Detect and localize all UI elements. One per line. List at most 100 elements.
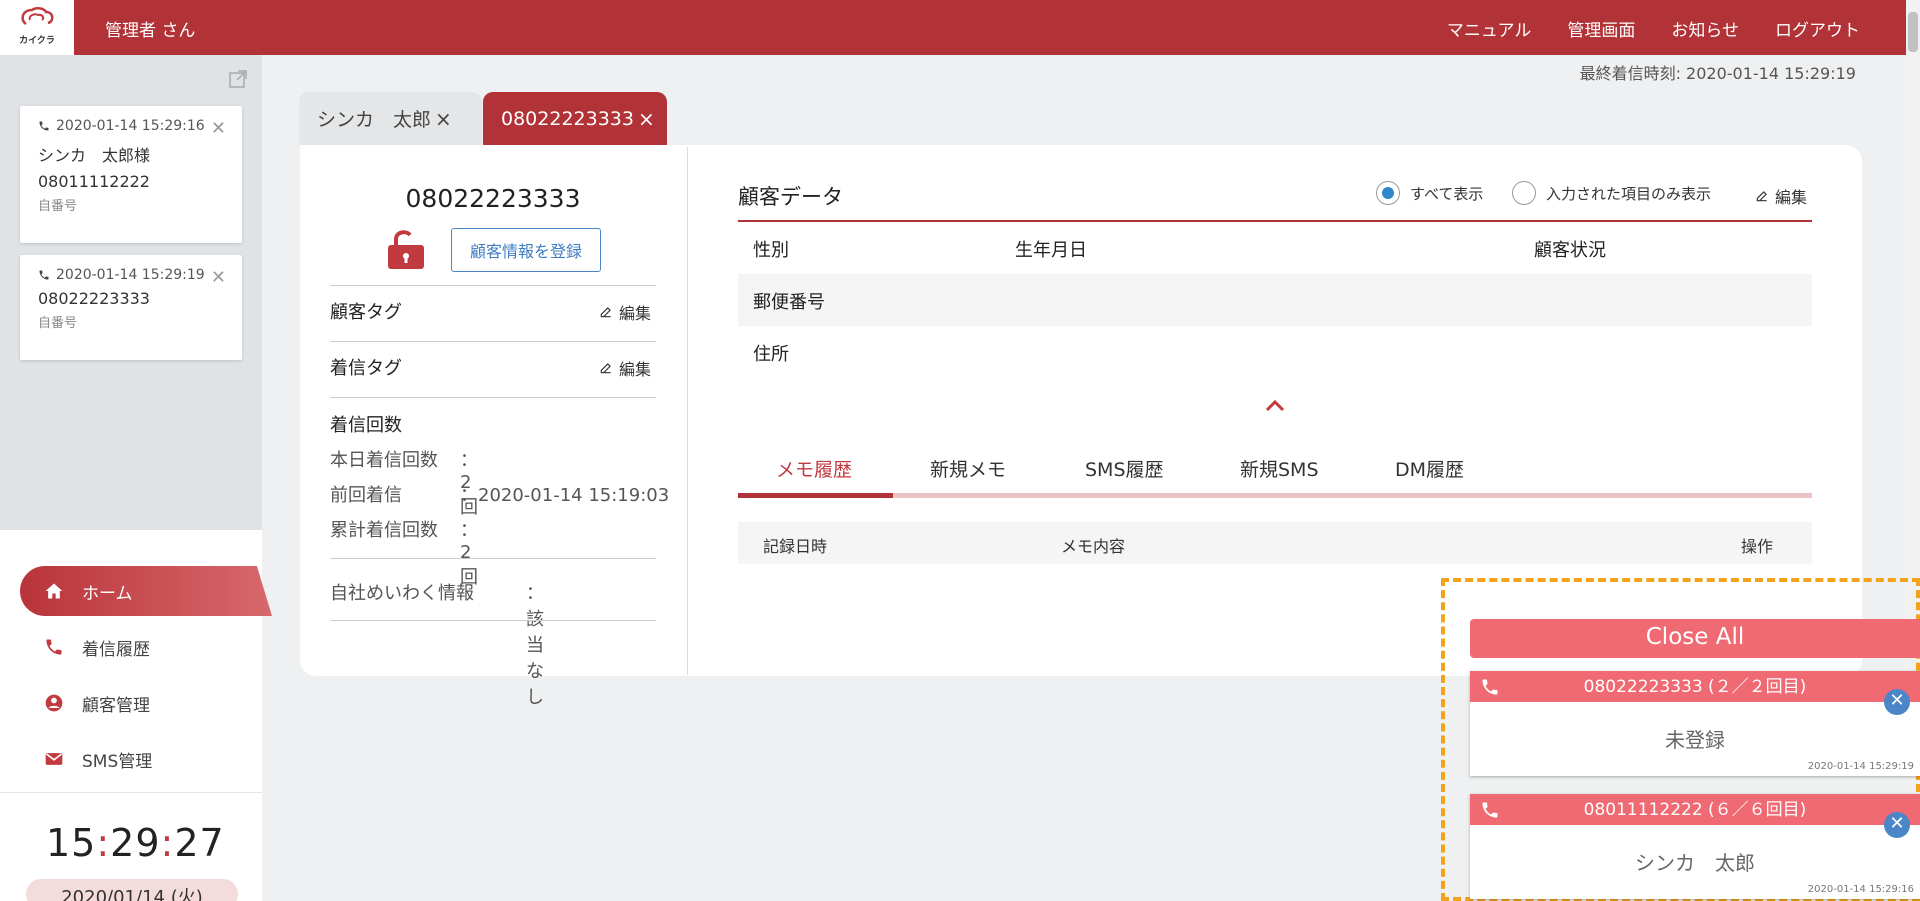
sidebar-item-call-history[interactable]: 着信履歴 — [20, 622, 272, 672]
edit-label: 編集 — [619, 360, 652, 379]
chevron-up-icon[interactable] — [1265, 397, 1285, 416]
clock-minutes: 29 — [110, 821, 161, 865]
customer-data-title: 顧客データ — [738, 185, 843, 209]
tab-label: シンカ 太郎 — [317, 109, 432, 131]
call-card-number: 08011112222 — [38, 172, 150, 191]
divider — [330, 397, 656, 398]
close-icon[interactable]: ✕ — [1884, 812, 1910, 838]
stat-row: 前回着信 ：2020-01-14 15:19:03 — [330, 481, 669, 507]
sidebar-item-home[interactable]: ホーム — [20, 566, 272, 616]
tab-shinka-taro[interactable]: シンカ 太郎 × — [299, 92, 482, 145]
tab-new-sms[interactable]: 新規SMS — [1240, 455, 1319, 482]
sidebar-item-label: 着信履歴 — [82, 639, 150, 660]
call-card-number: 08022223333 — [38, 289, 150, 308]
call-card[interactable]: 2020-01-14 15:29:19 ✕ 08022223333 自番号 — [20, 255, 242, 360]
sub-tab-underline — [738, 493, 1812, 498]
popout-icon[interactable] — [228, 69, 248, 93]
divider — [330, 620, 656, 621]
nuisance-row: 自社めいわく情報 ：該当なし — [330, 579, 544, 708]
tab-label: 08022223333 — [501, 107, 634, 130]
nav-manual-link[interactable]: マニュアル — [1447, 16, 1532, 41]
user-name: 管理者 さん — [105, 21, 196, 41]
tab-dm-history[interactable]: DM履歴 — [1395, 455, 1464, 482]
call-card-time: 2020-01-14 15:29:16 — [56, 118, 205, 134]
sidebar-item-customers[interactable]: 顧客管理 — [20, 678, 272, 728]
call-count-title: 着信回数 — [330, 415, 402, 436]
logo[interactable]: カイクラ — [0, 0, 74, 55]
scrollbar-thumb[interactable] — [1908, 12, 1918, 52]
edit-icon — [600, 363, 611, 374]
call-card-kind: 自番号 — [38, 199, 78, 214]
call-card-time: 2020-01-14 15:29:19 — [56, 267, 205, 283]
call-card-name: シンカ 太郎様 — [38, 146, 151, 165]
data-row: 性別 生年月日 顧客状況 — [738, 222, 1812, 274]
radio-label: 入力された項目のみ表示 — [1546, 184, 1712, 203]
nav-notice-link[interactable]: お知らせ — [1671, 16, 1739, 41]
close-icon[interactable]: × — [638, 107, 655, 131]
divider — [330, 285, 656, 286]
radio-button[interactable] — [1376, 181, 1400, 205]
tab-memo-history[interactable]: メモ履歴 — [776, 455, 852, 482]
close-icon[interactable]: × — [435, 107, 452, 131]
close-all-button[interactable]: Close All — [1470, 619, 1920, 658]
call-tag-label: 着信タグ — [330, 358, 402, 379]
unlock-icon[interactable] — [386, 228, 426, 274]
divider — [330, 341, 656, 342]
close-icon[interactable]: ✕ — [211, 267, 226, 288]
tab-new-memo[interactable]: 新規メモ — [930, 455, 1006, 482]
top-bar: カイクラ 管理者 さん マニュアル 管理画面 お知らせ ログアウト — [0, 0, 1920, 55]
stat-label: 累計着信回数 — [330, 520, 438, 541]
stat-label: 本日着信回数 — [330, 450, 438, 471]
notification-title: 08022223333 (２／２回目) — [1583, 677, 1807, 697]
sidebar-item-sms[interactable]: SMS管理 — [20, 734, 272, 784]
edit-label: 編集 — [1775, 188, 1808, 207]
logo-icon — [21, 7, 54, 26]
clock-panel: 15:29:27 2020/01/14 (火) — [0, 792, 262, 901]
nav-logout-link[interactable]: ログアウト — [1775, 16, 1860, 41]
notification-title: 08011112222 (６／６回目) — [1583, 800, 1807, 820]
call-card-kind: 自番号 — [38, 316, 78, 331]
phone-icon — [39, 270, 49, 280]
notification-name: 未登録 — [1665, 728, 1725, 752]
customer-phone: 08022223333 — [405, 184, 581, 213]
notification-card[interactable]: 08022223333 (２／２回目) ✕ 未登録 2020-01-14 15:… — [1470, 671, 1920, 776]
stat-row: 本日着信回数 ：2回 — [330, 446, 478, 518]
notification-card[interactable]: 08011112222 (６／６回目) ✕ シンカ 太郎 2020-01-14 … — [1470, 794, 1920, 899]
radio-button[interactable] — [1512, 181, 1536, 205]
field-gender: 性別 — [753, 240, 789, 261]
mail-icon — [45, 753, 63, 765]
notification-header: 08011112222 (６／６回目) ✕ — [1470, 794, 1920, 838]
tab-08022223333[interactable]: 08022223333 × — [483, 92, 667, 145]
customer-data-edit-button[interactable]: 編集 — [1755, 184, 1807, 208]
col-action: 操作 — [1741, 537, 1774, 556]
field-zip: 郵便番号 — [753, 292, 825, 313]
customer-tag-edit-button[interactable]: 編集 — [599, 300, 651, 324]
nuisance-value: ：該当なし — [526, 583, 544, 708]
tab-sms-history[interactable]: SMS履歴 — [1085, 455, 1164, 482]
home-icon — [45, 583, 63, 599]
clock-hours: 15 — [46, 821, 97, 865]
phone-icon — [46, 639, 62, 655]
data-row: 住所 — [738, 326, 1812, 378]
call-tag-edit-button[interactable]: 編集 — [599, 356, 651, 380]
notification-time: 2020-01-14 15:29:19 — [1807, 761, 1914, 772]
radio-show-filled[interactable]: 入力された項目のみ表示 — [1512, 181, 1711, 205]
phone-icon — [1482, 679, 1498, 695]
phone-icon — [1482, 802, 1498, 818]
field-birthday: 生年月日 — [1015, 240, 1087, 261]
radio-show-all[interactable]: すべて表示 — [1376, 181, 1483, 205]
date-pill: 2020/01/14 (火) — [26, 879, 238, 901]
close-icon[interactable]: ✕ — [211, 118, 226, 139]
radio-label: すべて表示 — [1410, 184, 1484, 203]
register-customer-button[interactable]: 顧客情報を登録 — [451, 228, 601, 272]
sidebar-item-label: ホーム — [82, 583, 133, 604]
sidebar-item-label: 顧客管理 — [82, 695, 150, 716]
stat-value: ：2020-01-14 15:19:03 — [460, 485, 670, 506]
close-icon[interactable]: ✕ — [1884, 689, 1910, 715]
nav-admin-link[interactable]: 管理画面 — [1567, 16, 1635, 41]
edit-icon — [600, 307, 611, 318]
call-card-time-row: 2020-01-14 15:29:19 — [38, 267, 224, 283]
logo-text: カイクラ — [19, 36, 55, 46]
call-card[interactable]: 2020-01-14 15:29:16 ✕ シンカ 太郎様 0801111222… — [20, 106, 242, 243]
user-circle-icon — [45, 694, 63, 712]
